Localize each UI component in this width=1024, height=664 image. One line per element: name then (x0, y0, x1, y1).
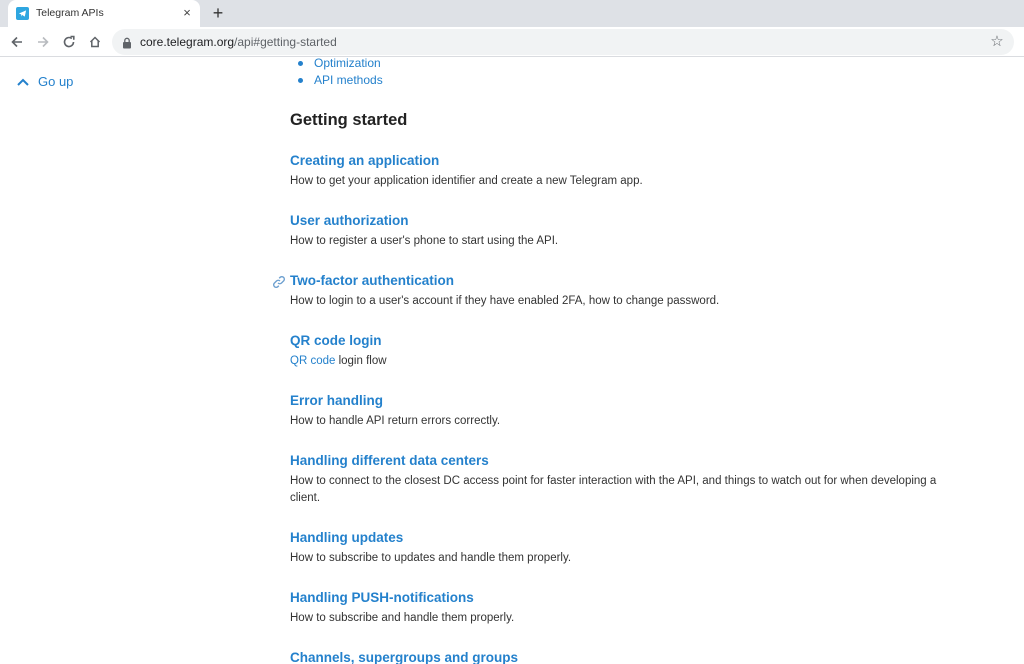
section-user-authorization: User authorization How to register a use… (290, 212, 940, 250)
section-title-link[interactable]: Handling different data centers (290, 452, 940, 470)
section-description: How to subscribe and handle them properl… (290, 612, 515, 624)
home-icon[interactable] (85, 32, 105, 52)
section-description: How to handle API return errors correctl… (290, 415, 501, 427)
new-tab-icon[interactable]: + (208, 3, 228, 23)
url-path: /api#getting-started (234, 35, 337, 49)
section-title-link[interactable]: User authorization (290, 212, 940, 230)
back-icon[interactable] (7, 32, 27, 52)
bookmark-star-icon[interactable]: ☆ (988, 33, 1006, 51)
lock-icon (122, 36, 132, 49)
forward-icon[interactable] (33, 32, 53, 52)
anchor-link-icon[interactable] (272, 275, 286, 289)
telegram-icon (16, 7, 29, 20)
tab-telegram-apis[interactable]: Telegram APIs × (8, 0, 200, 27)
section-title-link[interactable]: Creating an application (290, 152, 940, 170)
toc-item-optimization[interactable]: Optimization (298, 58, 383, 72)
address-bar[interactable]: core.telegram.org/api#getting-started ☆ (112, 29, 1014, 55)
section-title-link[interactable]: Handling PUSH-notifications (290, 589, 940, 607)
section-handling-updates: Handling updates How to subscribe to upd… (290, 529, 940, 567)
go-up-label: Go up (38, 74, 74, 89)
table-of-contents: Optimization API methods (298, 58, 383, 89)
section-handling-different-data-centers: Handling different data centers How to c… (290, 452, 940, 507)
section-description: How to register a user's phone to start … (290, 235, 559, 247)
section-creating-an-application: Creating an application How to get your … (290, 152, 940, 190)
section-qr-code-login: QR code login QR code login flow (290, 332, 940, 370)
section-two-factor-authentication: Two-factor authentication How to login t… (273, 272, 940, 310)
section-channels-supergroups-and-groups: Channels, supergroups and groups (290, 649, 940, 664)
description-text: login flow (335, 355, 387, 367)
section-title-link[interactable]: Two-factor authentication (290, 272, 940, 290)
url-text: core.telegram.org/api#getting-started (140, 35, 337, 49)
tab-title: Telegram APIs (36, 7, 104, 19)
browser-toolbar: core.telegram.org/api#getting-started ☆ (0, 27, 1024, 57)
section-heading: Getting started (290, 111, 408, 129)
section-description: How to get your application identifier a… (290, 175, 643, 187)
section-handling-push-notifications: Handling PUSH-notifications How to subsc… (290, 589, 940, 627)
section-description: How to subscribe to updates and handle t… (290, 552, 572, 564)
toc-item-api-methods[interactable]: API methods (298, 72, 383, 89)
tab-strip: Telegram APIs × + (0, 0, 1024, 27)
section-error-handling: Error handling How to handle API return … (290, 392, 940, 430)
section-title-link[interactable]: QR code login (290, 332, 940, 350)
go-up-link[interactable]: Go up (16, 74, 73, 89)
qr-code-link[interactable]: QR code (290, 355, 335, 367)
section-title-link[interactable]: Channels, supergroups and groups (290, 649, 940, 664)
section-description: How to login to a user's account if they… (290, 295, 720, 307)
url-host: core.telegram.org (140, 35, 235, 49)
close-tab-icon[interactable]: × (180, 5, 194, 21)
page-content: Go up Optimization API methods Getting s… (0, 58, 1024, 664)
section-description: How to connect to the closest DC access … (290, 475, 937, 504)
section-title-link[interactable]: Error handling (290, 392, 940, 410)
chevron-up-icon (17, 78, 29, 86)
reload-icon[interactable] (59, 32, 79, 52)
section-description: QR code login flow (290, 353, 940, 370)
section-title-link[interactable]: Handling updates (290, 529, 940, 547)
